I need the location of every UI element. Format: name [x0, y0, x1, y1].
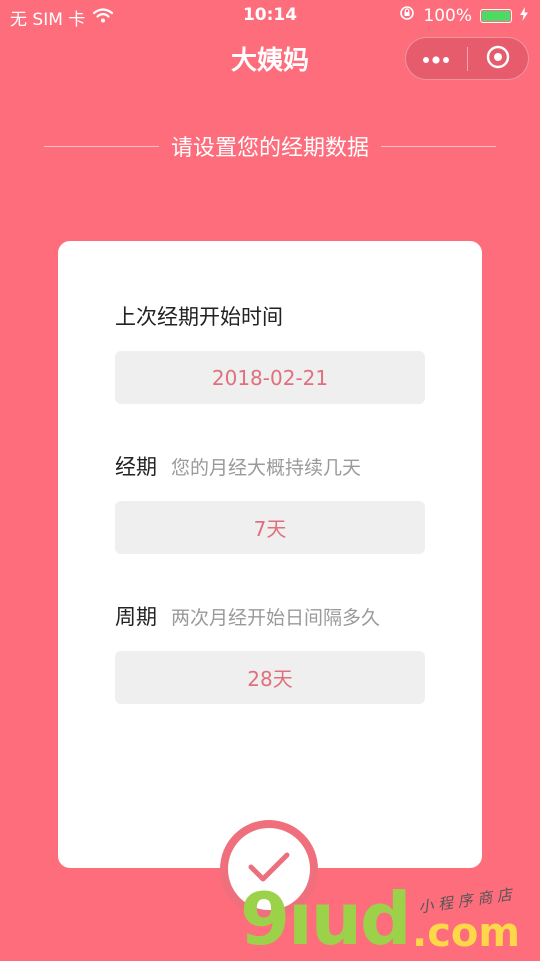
duration-hint: 您的月经大概持续几天 [171, 457, 362, 479]
last-period-label: 上次经期开始时间 [115, 305, 283, 329]
battery-level [482, 10, 510, 21]
more-dots-icon [422, 49, 450, 68]
duration-picker[interactable]: 7天 [115, 501, 425, 554]
cycle-picker[interactable]: 28天 [115, 651, 425, 704]
heading-divider-left [44, 145, 159, 147]
settings-card: 上次经期开始时间 2018-02-21 经期 您的月经大概持续几天 7天 周期 … [58, 241, 482, 868]
cycle-hint: 两次月经开始日间隔多久 [171, 607, 381, 629]
section-heading: 请设置您的经期数据 [44, 130, 497, 162]
mini-program-capsule [405, 37, 529, 80]
status-bar: 无 SIM 卡 10:14 100% [0, 0, 540, 32]
battery-percent: 100% [423, 5, 472, 26]
last-period-label-row: 上次经期开始时间 [115, 301, 283, 331]
more-button[interactable] [406, 38, 467, 79]
duration-label: 经期 [115, 455, 157, 479]
heading-text: 请设置您的经期数据 [171, 136, 370, 161]
close-target-icon [486, 45, 510, 73]
orientation-lock-icon [399, 5, 415, 26]
watermark-suffix: .com [412, 910, 521, 956]
close-button[interactable] [468, 38, 529, 79]
cycle-label: 周期 [115, 605, 157, 629]
battery-icon [480, 8, 512, 23]
charging-bolt-icon [520, 6, 528, 26]
heading-divider-right [381, 145, 497, 147]
last-period-date-picker[interactable]: 2018-02-21 [115, 351, 425, 404]
watermark: 9ıud 小 程 序 商 店 .com [240, 878, 540, 960]
cycle-label-row: 周期 两次月经开始日间隔多久 [115, 601, 380, 631]
duration-label-row: 经期 您的月经大概持续几天 [115, 451, 361, 481]
status-right: 100% [399, 5, 528, 26]
watermark-logo: 9ıud [240, 877, 412, 961]
